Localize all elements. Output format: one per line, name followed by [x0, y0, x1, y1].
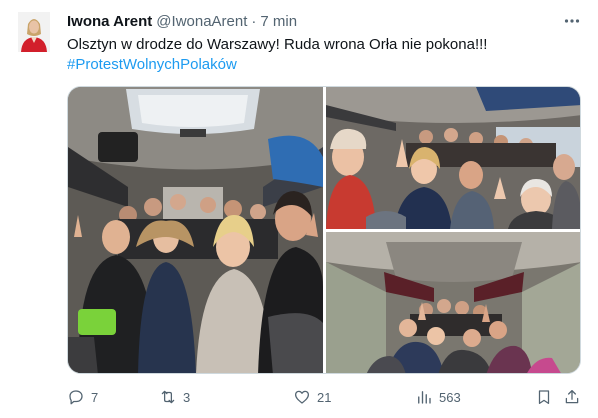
- retweet-icon: [161, 390, 175, 404]
- views-button[interactable]: 563: [415, 386, 461, 408]
- share-button[interactable]: [563, 386, 581, 408]
- share-icon: [565, 389, 579, 404]
- reply-icon: [69, 390, 83, 405]
- tweet-text: Olsztyn w drodze do Warszawy! Ruda wrona…: [67, 36, 488, 53]
- like-count: 21: [317, 389, 332, 405]
- heart-icon: [294, 390, 310, 404]
- author-name[interactable]: Iwona Arent: [67, 13, 152, 30]
- more-dots-icon: [564, 19, 580, 23]
- separator-dot: ·: [251, 12, 257, 30]
- retweet-button[interactable]: 3: [159, 386, 190, 408]
- photo-1[interactable]: [68, 87, 323, 373]
- views-count: 563: [439, 389, 461, 405]
- avatar-image: [18, 12, 50, 52]
- tweet-header: Iwona Arent @IwonaArent · 7 min: [67, 11, 297, 31]
- reply-count: 7: [91, 389, 99, 405]
- bookmark-icon: [538, 390, 550, 405]
- reply-button[interactable]: 7: [67, 386, 98, 408]
- retweet-count: 3: [183, 389, 191, 405]
- tweet-card[interactable]: Iwona Arent @IwonaArent · 7 min Olsztyn …: [0, 0, 598, 418]
- hashtag-link[interactable]: #ProtestWolnychPolaków: [67, 55, 237, 75]
- timestamp[interactable]: 7 min: [260, 13, 297, 30]
- photo-3[interactable]: [326, 232, 580, 373]
- author-handle[interactable]: @IwonaArent: [156, 13, 247, 30]
- bookmark-button[interactable]: [535, 386, 553, 408]
- more-options-button[interactable]: [563, 12, 581, 30]
- photo-2[interactable]: [326, 87, 580, 229]
- action-bar: 7 3 21 563: [67, 386, 581, 408]
- avatar[interactable]: [18, 12, 50, 52]
- views-chart-icon: [418, 391, 431, 404]
- media-grid: [67, 86, 581, 374]
- like-button[interactable]: 21: [293, 386, 331, 408]
